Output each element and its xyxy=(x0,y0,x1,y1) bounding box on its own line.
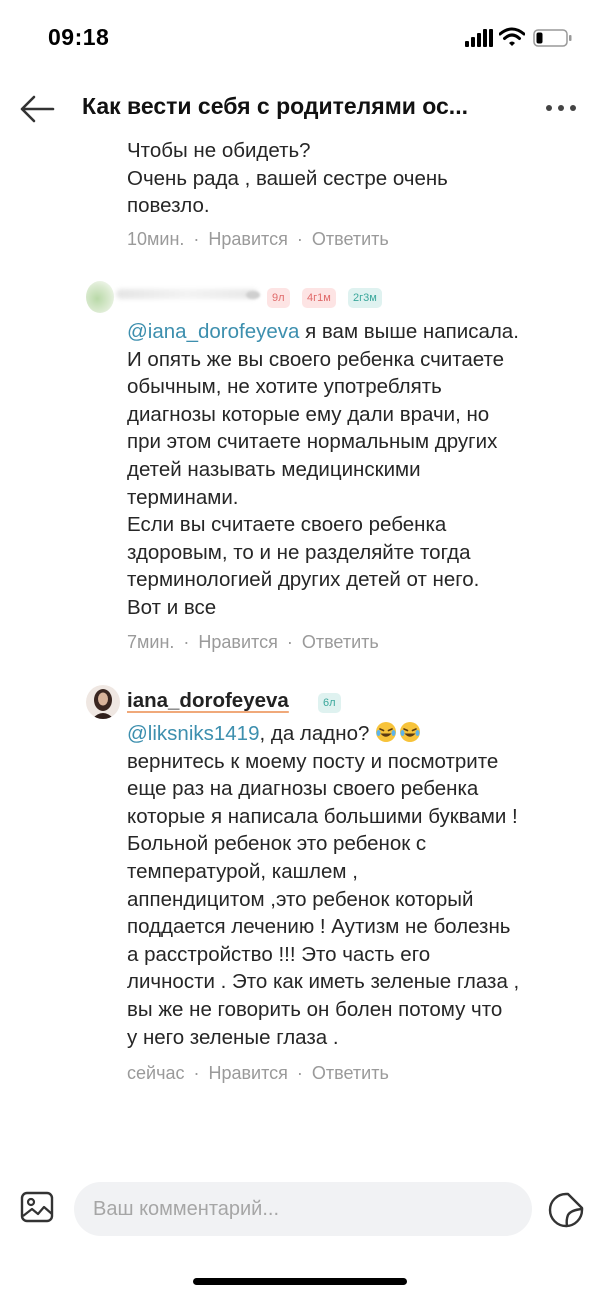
image-icon[interactable] xyxy=(20,1190,54,1224)
comment-line: терминологией других детей от него. xyxy=(127,568,480,592)
comment-meta: 7мин. · Нравится · Ответить xyxy=(127,632,379,652)
comment-line: Чтобы не обидеть? xyxy=(127,139,311,162)
avatar[interactable] xyxy=(86,281,114,313)
like-button[interactable]: Нравится xyxy=(208,229,287,249)
comment-line: И опять же вы своего ребенка считаете xyxy=(127,347,505,371)
avatar[interactable] xyxy=(86,685,120,719)
comment-line: при этом считаете нормальным других xyxy=(127,430,498,454)
comment-line: а расстройство !!! Это часть его xyxy=(127,942,431,966)
comment-line: температурой, кашлем , xyxy=(127,859,358,883)
home-indicator xyxy=(193,1278,407,1285)
comment-line: Вот и все xyxy=(127,595,217,619)
like-button[interactable]: Нравится xyxy=(208,1063,287,1083)
comment-line: @iana_dorofeyeva я вам выше написала. xyxy=(127,320,519,343)
mention-link[interactable]: @iana_dorofeyeva xyxy=(127,320,299,343)
header: Как вести себя с родителями ос... xyxy=(0,80,600,138)
comment-line: терминами. xyxy=(127,485,239,509)
wifi-icon xyxy=(499,27,525,46)
comment-text: Чтобы не обидеть? Очень рада , вашей сес… xyxy=(127,137,592,220)
comment-line: Больной ребенок это ребенок с xyxy=(127,832,427,856)
comment-line: Если вы считаете своего ребенка xyxy=(127,513,447,537)
comment-line: повезло. xyxy=(127,194,210,218)
comment-line: у него зеленые глаза . xyxy=(127,1025,339,1049)
comment-line: здоровым, то и не разделяйте тогда xyxy=(127,540,471,564)
comment-line: детей называть медицинскими xyxy=(127,457,421,481)
status-badge: 9л xyxy=(267,288,290,308)
comment-line: аппендицитом ,это ребенок который xyxy=(127,887,474,911)
comment-line: вернитесь к моему посту и посмотрите xyxy=(127,749,499,773)
laughing-tears-emoji xyxy=(376,722,397,742)
reply-button[interactable]: Ответить xyxy=(312,1063,389,1083)
comment-time: сейчас xyxy=(127,1063,185,1083)
comment-meta: 10мин. · Нравится · Ответить xyxy=(127,229,389,249)
comment-line: которые я написала большими буквами ! xyxy=(127,804,518,828)
comment-input[interactable] xyxy=(74,1182,532,1236)
page-title: Как вести себя с родителями ос... xyxy=(82,93,468,119)
mention-link[interactable]: @liksniks1419 xyxy=(127,722,259,745)
comment-time: 10мин. xyxy=(127,229,185,249)
signal-icon xyxy=(465,29,493,47)
status-badge: 6л xyxy=(318,693,341,713)
comment-line: поддается лечению ! Аутизм не болезнь xyxy=(127,915,511,939)
status-badge: 4г1м xyxy=(302,288,336,308)
comment-text: @iana_dorofeyeva я вам выше написала. И … xyxy=(127,318,592,622)
avatar-portrait-icon xyxy=(92,689,114,719)
comment-text: @liksniks1419, да ладно? вернитесь к мое… xyxy=(127,720,592,1051)
comment-line: еще раз на диагнозы своего ребенка xyxy=(127,777,479,801)
status-bar: 09:18 xyxy=(0,0,600,78)
comment-username[interactable]: iana_dorofeyeva xyxy=(127,689,289,713)
status-time: 09:18 xyxy=(48,24,110,50)
sticker-icon[interactable] xyxy=(547,1191,585,1229)
comment-line: обычным, не хотите употреблять xyxy=(127,375,442,399)
comment-time: 7мин. xyxy=(127,632,175,652)
laughing-tears-emoji xyxy=(400,722,421,742)
reply-button[interactable]: Ответить xyxy=(312,229,389,249)
comment-line: вы же не говорить он болен потому что xyxy=(127,997,503,1021)
comment-line: @liksniks1419, да ладно? xyxy=(127,720,592,748)
comment-meta: сейчас · Нравится · Ответить xyxy=(127,1063,389,1083)
like-button[interactable]: Нравится xyxy=(198,632,277,652)
reply-button[interactable]: Ответить xyxy=(302,632,379,652)
battery-icon xyxy=(533,29,572,47)
more-dots-icon[interactable] xyxy=(544,98,578,118)
comment-input-bar xyxy=(0,1176,600,1246)
comment-line: Очень рада , вашей сестре очень xyxy=(127,166,448,190)
arrow-left-icon[interactable] xyxy=(18,92,56,126)
comment-line: диагнозы которые ему дали врачи, но xyxy=(127,402,490,426)
blurred-icon xyxy=(246,291,260,299)
comment-line: личности . Это как иметь зеленые глаза , xyxy=(127,970,520,994)
blurred-username xyxy=(116,289,258,299)
status-badge: 2г3м xyxy=(348,288,382,308)
